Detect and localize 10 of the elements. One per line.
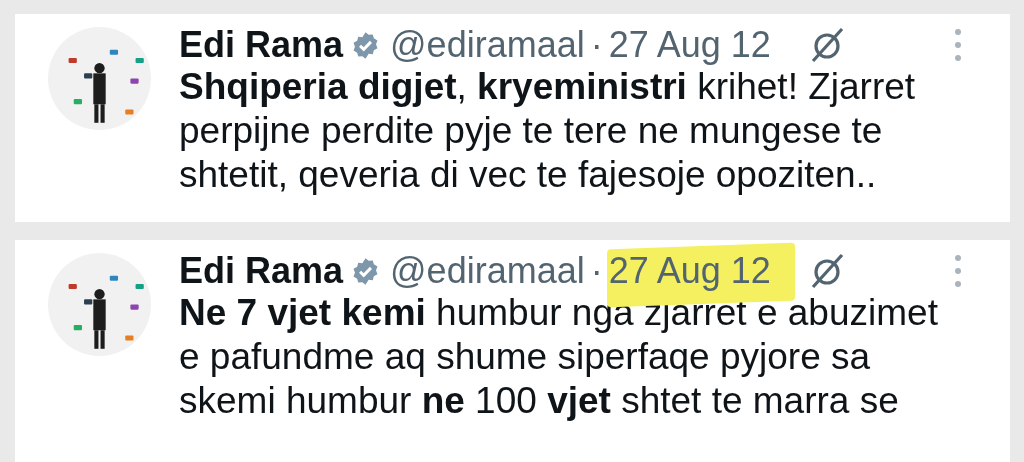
tweet-date[interactable]: 27 Aug 12 [608,250,771,292]
tweet-text: Shqiperia digjet, kryeministri krihet! Zjarret perpijne perdite pyje te tere ne mungese te shtetit, qeveria di vec te fajesoje opoziten.. [179,65,917,197]
user-handle[interactable]: @ediramaal [390,24,585,66]
user-handle[interactable]: @ediramaal [390,250,585,292]
tweet-text: Ne 7 vjet kemi humbur nga zjarret e abuzimet e pafundme aq shume siperfaqe pyjore sa skemi humbur ne 100 vjet shtet te marra se [179,291,939,423]
separator-dot: · [590,24,603,66]
tweet-date[interactable]: 27 Aug 12 [608,24,771,66]
author-name[interactable]: Edi Rama [179,250,344,292]
author-name[interactable]: Edi Rama [179,24,344,66]
separator-dot: · [590,250,603,292]
